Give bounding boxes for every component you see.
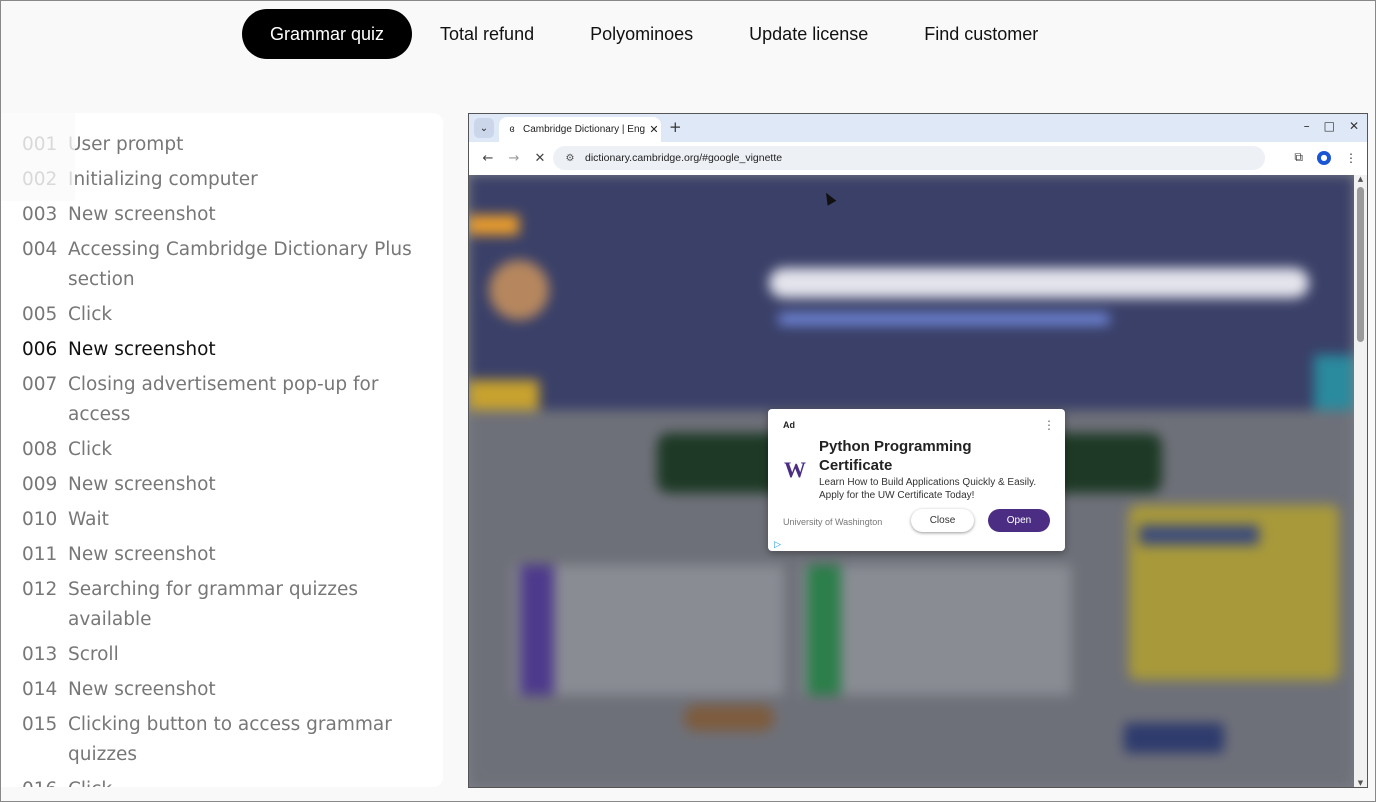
step-label: Clicking button to access grammar quizze… — [68, 714, 392, 765]
ad-dialog: Ad ⋮ W Python Programming Certificate Le… — [768, 409, 1065, 551]
site-info-icon[interactable]: ⚙ — [561, 153, 579, 164]
page-scrollbar[interactable]: ▲ ▼ — [1354, 175, 1367, 787]
browser-menu-icon[interactable]: ⋮ — [1345, 151, 1357, 165]
step-label: New screenshot — [68, 204, 216, 225]
task-tabs: Grammar quiz Total refund Polyominoes Up… — [242, 9, 1066, 59]
minimize-icon[interactable]: – — [1304, 119, 1310, 133]
extensions-icon[interactable]: ⧉ — [1294, 150, 1303, 165]
browser-titlebar: ⌄ ɞ Cambridge Dictionary | Eng ✕ + – □ ✕ — [469, 114, 1367, 142]
step-item[interactable]: 012 Searching for grammar quizzes availab… — [1, 575, 443, 635]
step-number: 011 — [22, 544, 58, 565]
new-tab-button[interactable]: + — [669, 118, 682, 136]
step-item[interactable]: 001 User prompt — [1, 130, 443, 160]
step-list: 001 User prompt 002 Initializing computer 00… — [1, 113, 443, 787]
step-number: 012 — [22, 579, 58, 600]
step-number: 009 — [22, 474, 58, 495]
tab-search-dropdown[interactable]: ⌄ — [474, 118, 494, 138]
step-item[interactable]: 008 Click — [1, 435, 443, 465]
scroll-up-icon[interactable]: ▲ — [1354, 175, 1367, 183]
ad-open-button[interactable]: Open — [988, 509, 1050, 532]
ad-advertiser: University of Washington — [783, 517, 883, 527]
step-item[interactable]: 005 Click — [1, 300, 443, 330]
step-number: 005 — [22, 304, 58, 325]
browser-window: ⌄ ɞ Cambridge Dictionary | Eng ✕ + – □ ✕… — [468, 113, 1368, 788]
url-text: dictionary.cambridge.org/#google_vignett… — [585, 152, 783, 164]
tab-grammar-quiz[interactable]: Grammar quiz — [242, 9, 413, 59]
step-number: 013 — [22, 644, 58, 665]
step-number: 015 — [22, 714, 58, 735]
step-label: Initializing computer — [68, 169, 258, 190]
step-label: Accessing Cambridge Dictionary Plus sect… — [68, 239, 412, 290]
ad-title[interactable]: Python Programming Certificate — [819, 437, 1019, 475]
step-label: Closing advertisement pop-up for access — [68, 374, 379, 425]
maximize-icon[interactable]: □ — [1324, 119, 1335, 133]
step-label: New screenshot — [68, 474, 216, 495]
step-item[interactable]: 002 Initializing computer — [1, 165, 443, 195]
step-label: New screenshot — [68, 544, 216, 565]
step-label: User prompt — [68, 134, 184, 155]
window-controls: – □ ✕ — [1304, 119, 1359, 133]
browser-tab[interactable]: ɞ Cambridge Dictionary | Eng ✕ — [499, 117, 661, 142]
step-number: 003 — [22, 204, 58, 225]
step-item[interactable]: 006 New screenshot — [1, 335, 443, 365]
step-item[interactable]: 015 Clicking button to access grammar qui… — [1, 710, 443, 770]
step-label: Wait — [68, 509, 109, 530]
scrollbar-thumb[interactable] — [1357, 187, 1364, 342]
stop-loading-icon[interactable]: ✕ — [533, 151, 547, 166]
step-item[interactable]: 010 Wait — [1, 505, 443, 535]
browser-tab-title: Cambridge Dictionary | Eng — [523, 124, 646, 135]
step-number: 001 — [22, 134, 58, 155]
step-number: 014 — [22, 679, 58, 700]
profile-icon[interactable]: ● — [1317, 150, 1331, 165]
step-item[interactable]: 013 Scroll — [1, 640, 443, 670]
step-item[interactable]: 009 New screenshot — [1, 470, 443, 500]
ad-description: Learn How to Build Applications Quickly … — [819, 477, 1037, 501]
step-label: New screenshot — [68, 339, 216, 360]
step-label: Click — [68, 775, 112, 787]
step-label: Searching for grammar quizzes available — [68, 579, 358, 630]
cambridge-favicon-icon: ɞ — [509, 124, 515, 135]
step-number: 007 — [22, 374, 58, 395]
browser-toolbar: ← → ✕ ⚙ dictionary.cambridge.org/#google… — [469, 142, 1367, 175]
step-item[interactable]: 016Click — [1, 775, 443, 787]
adchoices-icon[interactable]: ▷ — [774, 539, 781, 550]
step-number: 002 — [22, 169, 58, 190]
step-label: Click — [68, 439, 113, 460]
page-viewport: Ad ⋮ W Python Programming Certificate Le… — [469, 175, 1354, 787]
ad-options-icon[interactable]: ⋮ — [1043, 418, 1055, 432]
ad-label: Ad — [783, 420, 795, 430]
step-number: 016 — [22, 775, 68, 787]
scroll-down-icon[interactable]: ▼ — [1354, 779, 1367, 787]
forward-icon[interactable]: → — [507, 151, 521, 166]
window-close-icon[interactable]: ✕ — [1349, 119, 1359, 133]
step-item[interactable]: 004 Accessing Cambridge Dictionary Plus s… — [1, 235, 443, 295]
address-bar[interactable]: ⚙ dictionary.cambridge.org/#google_vigne… — [553, 146, 1265, 170]
ad-close-button[interactable]: Close — [911, 509, 974, 532]
step-item[interactable]: 007 Closing advertisement pop-up for acce… — [1, 370, 443, 430]
tab-update-license[interactable]: Update license — [721, 9, 896, 59]
tab-close-icon[interactable]: ✕ — [647, 123, 661, 136]
tab-total-refund[interactable]: Total refund — [412, 9, 562, 59]
tab-find-customer[interactable]: Find customer — [896, 9, 1066, 59]
tab-polyominoes[interactable]: Polyominoes — [562, 9, 721, 59]
step-label: New screenshot — [68, 679, 216, 700]
step-item[interactable]: 003 New screenshot — [1, 200, 443, 230]
step-number: 010 — [22, 509, 58, 530]
step-item[interactable]: 011 New screenshot — [1, 540, 443, 570]
step-number: 004 — [22, 239, 58, 260]
step-number: 008 — [22, 439, 58, 460]
step-label: Scroll — [68, 644, 119, 665]
step-number: 006 — [22, 339, 58, 360]
back-icon[interactable]: ← — [481, 151, 495, 166]
toolbar-actions: ⧉ ● ⋮ — [1294, 150, 1357, 165]
step-item[interactable]: 014 New screenshot — [1, 675, 443, 705]
uw-logo-icon: W — [784, 457, 806, 482]
step-label: Click — [68, 304, 113, 325]
